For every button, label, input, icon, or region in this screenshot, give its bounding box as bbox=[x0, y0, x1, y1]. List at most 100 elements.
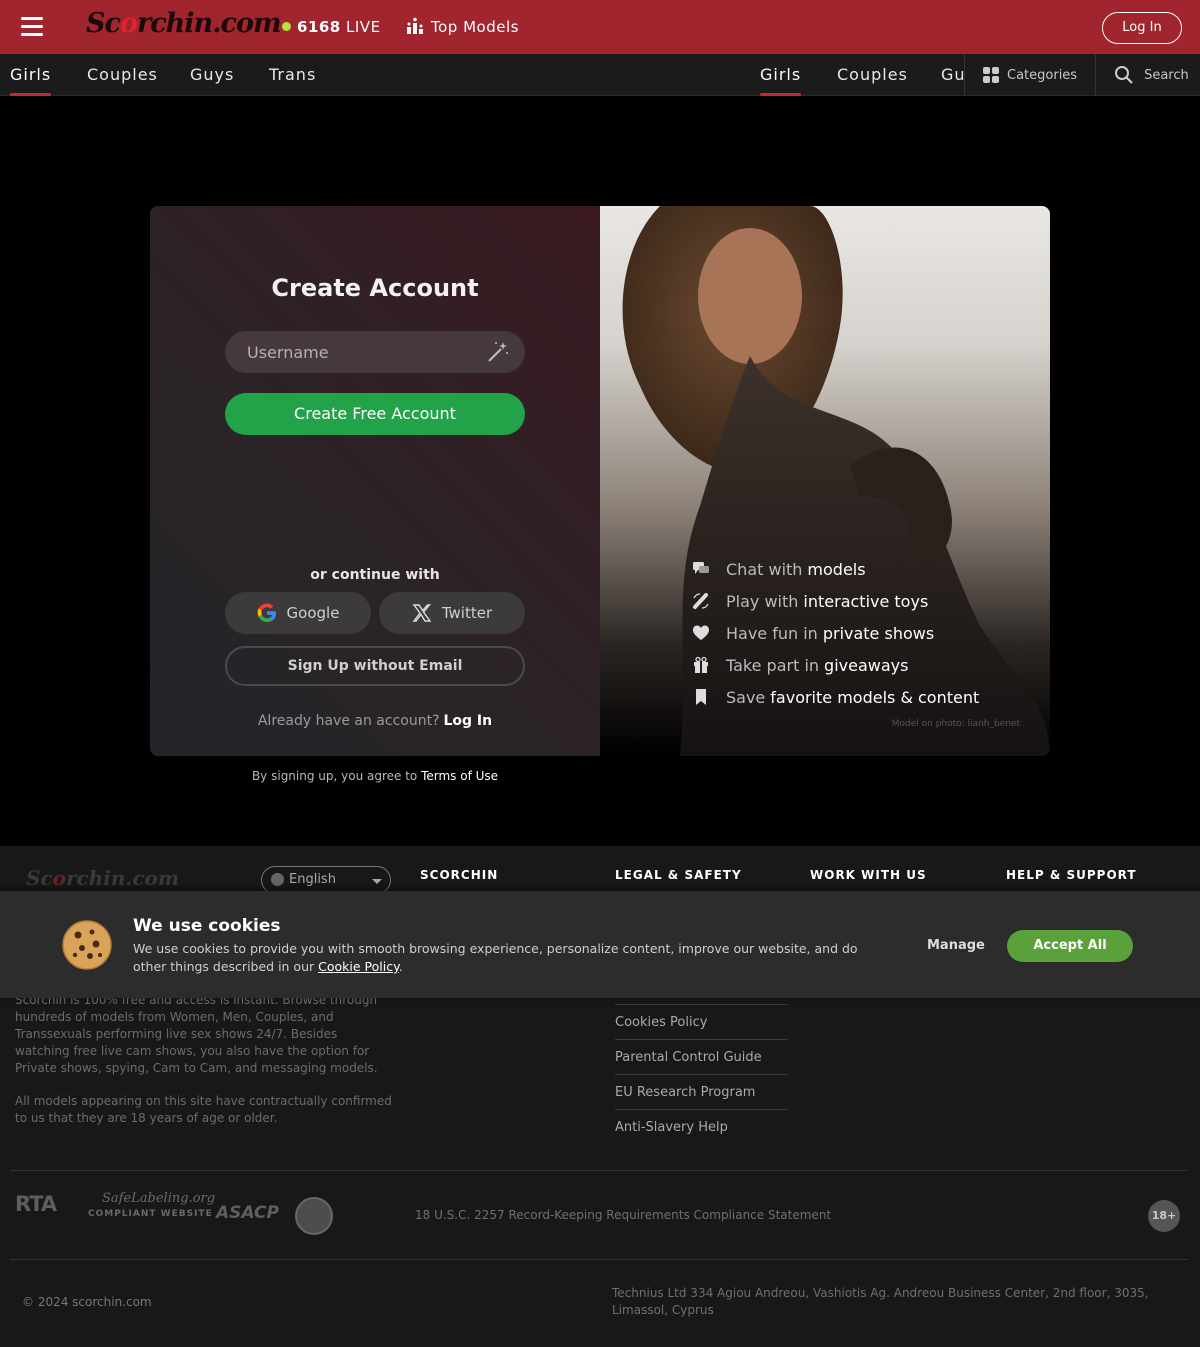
footer-logo[interactable]: Scorchin.com bbox=[26, 866, 179, 890]
feature-pre: Play with bbox=[726, 591, 799, 611]
twitter-signup-button[interactable]: Twitter bbox=[379, 592, 525, 634]
podium-icon bbox=[407, 17, 423, 34]
feature-item: Have fun in private shows bbox=[692, 617, 979, 649]
footer-description: Scorchin is 100% free and access is inst… bbox=[15, 992, 395, 1143]
heart-icon bbox=[693, 625, 709, 640]
magic-wand-icon[interactable] bbox=[486, 340, 510, 364]
feature-item: Save favorite models & content bbox=[692, 681, 979, 713]
eu-research-link[interactable]: EU Research Program bbox=[615, 1074, 788, 1109]
company-address: Technius Ltd 334 Agiou Andreou, Vashioti… bbox=[612, 1286, 1149, 1317]
cookies-policy-link[interactable]: Cookies Policy bbox=[615, 1004, 788, 1039]
tab-guys[interactable]: Guys bbox=[190, 65, 234, 84]
top-models-link[interactable]: Top Models bbox=[406, 17, 519, 36]
chevron-down-icon bbox=[372, 879, 382, 884]
twitter-label: Twitter bbox=[441, 604, 493, 622]
grid-icon bbox=[983, 67, 999, 83]
cookie-text: We use cookies to provide you with smoot… bbox=[133, 941, 858, 974]
search-icon bbox=[1115, 66, 1133, 84]
category-nav: Girls Couples Guys Trans Girls Couples G… bbox=[0, 54, 1200, 96]
cookie-policy-link[interactable]: Cookie Policy bbox=[318, 959, 399, 974]
search-button[interactable]: Search bbox=[1095, 54, 1200, 96]
menu-icon[interactable] bbox=[21, 17, 43, 37]
google-icon bbox=[257, 603, 276, 622]
login-button[interactable]: Log In bbox=[1102, 12, 1182, 44]
tab-couples[interactable]: Couples bbox=[87, 65, 158, 84]
footer-divider bbox=[10, 1170, 1188, 1171]
footer-heading-scorchin: SCORCHIN bbox=[420, 868, 499, 882]
login-link[interactable]: Log In bbox=[444, 713, 493, 729]
legal-links: Cookies Policy Parental Control Guide EU… bbox=[615, 1004, 788, 1144]
toy-icon bbox=[693, 593, 709, 609]
feature-pre: Have fun in bbox=[726, 623, 818, 643]
chat-icon bbox=[693, 562, 709, 574]
photo-credit: Model on photo: lianh_benet bbox=[891, 719, 1020, 729]
feature-item: Chat with models bbox=[692, 553, 979, 585]
rta-badge[interactable]: RTA bbox=[15, 1192, 57, 1216]
cookie-accept-all-button[interactable]: Accept All bbox=[1007, 930, 1133, 962]
categories-button[interactable]: Categories bbox=[964, 54, 1095, 96]
feature-pre: Chat with bbox=[726, 559, 803, 579]
safelabeling-sub: COMPLIANT WEBSITE bbox=[88, 1209, 213, 1219]
google-signup-button[interactable]: Google bbox=[225, 592, 371, 634]
feature-list: Chat with models Play with interactive toy… bbox=[692, 553, 979, 713]
top-models-label: Top Models bbox=[431, 18, 519, 36]
cookie-text-block: We use cookies to provide you with smoot… bbox=[133, 941, 858, 974]
anti-slavery-link[interactable]: Anti-Slavery Help bbox=[615, 1109, 788, 1144]
tab-trans[interactable]: Trans bbox=[269, 65, 316, 84]
footer-heading-work: WORK WITH US bbox=[810, 868, 927, 882]
site-description: Scorchin is 100% free and access is inst… bbox=[15, 993, 378, 1075]
signup-without-email-button[interactable]: Sign Up without Email bbox=[225, 646, 525, 686]
terms-link[interactable]: Terms of Use bbox=[421, 769, 498, 783]
google-label: Google bbox=[286, 604, 340, 622]
live-label: LIVE bbox=[346, 18, 381, 36]
feature-bold: interactive toys bbox=[803, 591, 929, 611]
parental-control-link[interactable]: Parental Control Guide bbox=[615, 1039, 788, 1074]
tab-girls-secondary[interactable]: Girls bbox=[760, 65, 802, 96]
footer-heading-help: HELP & SUPPORT bbox=[1006, 868, 1137, 882]
terms-notice: By signing up, you agree to Terms of Use bbox=[150, 769, 600, 783]
seal-icon[interactable] bbox=[295, 1197, 333, 1235]
categories-label: Categories bbox=[1007, 67, 1078, 83]
live-dot-icon bbox=[282, 22, 291, 31]
cookie-title: We use cookies bbox=[133, 916, 281, 936]
tab-girls[interactable]: Girls bbox=[10, 65, 52, 96]
search-label: Search bbox=[1144, 67, 1189, 83]
feature-bold: private shows bbox=[822, 623, 935, 643]
cookie-manage-button[interactable]: Manage bbox=[927, 938, 985, 953]
feature-pre: Save bbox=[726, 687, 766, 707]
continue-with-label: or continue with bbox=[310, 567, 440, 583]
signup-title: Create Account bbox=[271, 274, 479, 302]
already-have-account: Already have an account? Log In bbox=[150, 713, 600, 729]
create-free-account-button[interactable]: Create Free Account bbox=[225, 393, 525, 435]
terms-prefix: By signing up, you agree to bbox=[251, 769, 418, 783]
username-input[interactable] bbox=[225, 331, 525, 373]
feature-item: Take part in giveaways bbox=[692, 649, 979, 681]
live-counter[interactable]: 6168 LIVE bbox=[282, 18, 381, 36]
language-label: English bbox=[289, 872, 336, 887]
language-select[interactable]: English bbox=[261, 866, 391, 894]
globe-icon bbox=[271, 873, 284, 886]
usc-2257-link[interactable]: 18 U.S.C. 2257 Record-Keeping Requiremen… bbox=[415, 1208, 831, 1222]
footer-divider bbox=[10, 1259, 1188, 1260]
cookie-icon bbox=[62, 920, 112, 970]
safelabeling-badge[interactable]: SafeLabeling.org COMPLIANT WEBSITE bbox=[88, 1192, 215, 1221]
tab-couples-secondary[interactable]: Couples bbox=[837, 65, 908, 84]
already-text: Already have an account? bbox=[257, 713, 440, 729]
safelabeling-name: SafeLabeling.org bbox=[102, 1191, 216, 1206]
bookmark-icon bbox=[696, 689, 706, 705]
feature-bold: models bbox=[807, 559, 866, 579]
feature-item: Play with interactive toys bbox=[692, 585, 979, 617]
asacp-badge[interactable]: ASACP bbox=[216, 1203, 279, 1223]
live-count: 6168 bbox=[297, 18, 341, 36]
age-notice: All models appearing on this site have c… bbox=[15, 1094, 392, 1125]
top-bar: Scorchin.com 6168 LIVE Top Models Log In bbox=[0, 0, 1200, 54]
logo[interactable]: Scorchin.com bbox=[86, 8, 282, 39]
tab-guys-secondary[interactable]: Gu bbox=[941, 65, 966, 84]
x-icon bbox=[412, 604, 432, 622]
footer-heading-legal: LEGAL & SAFETY bbox=[615, 868, 742, 882]
feature-pre: Take part in bbox=[726, 655, 820, 675]
copyright: © 2024 scorchin.com bbox=[22, 1295, 152, 1309]
feature-bold: giveaways bbox=[824, 655, 909, 675]
gift-icon bbox=[694, 656, 708, 673]
age-18-badge: 18+ bbox=[1148, 1200, 1180, 1232]
